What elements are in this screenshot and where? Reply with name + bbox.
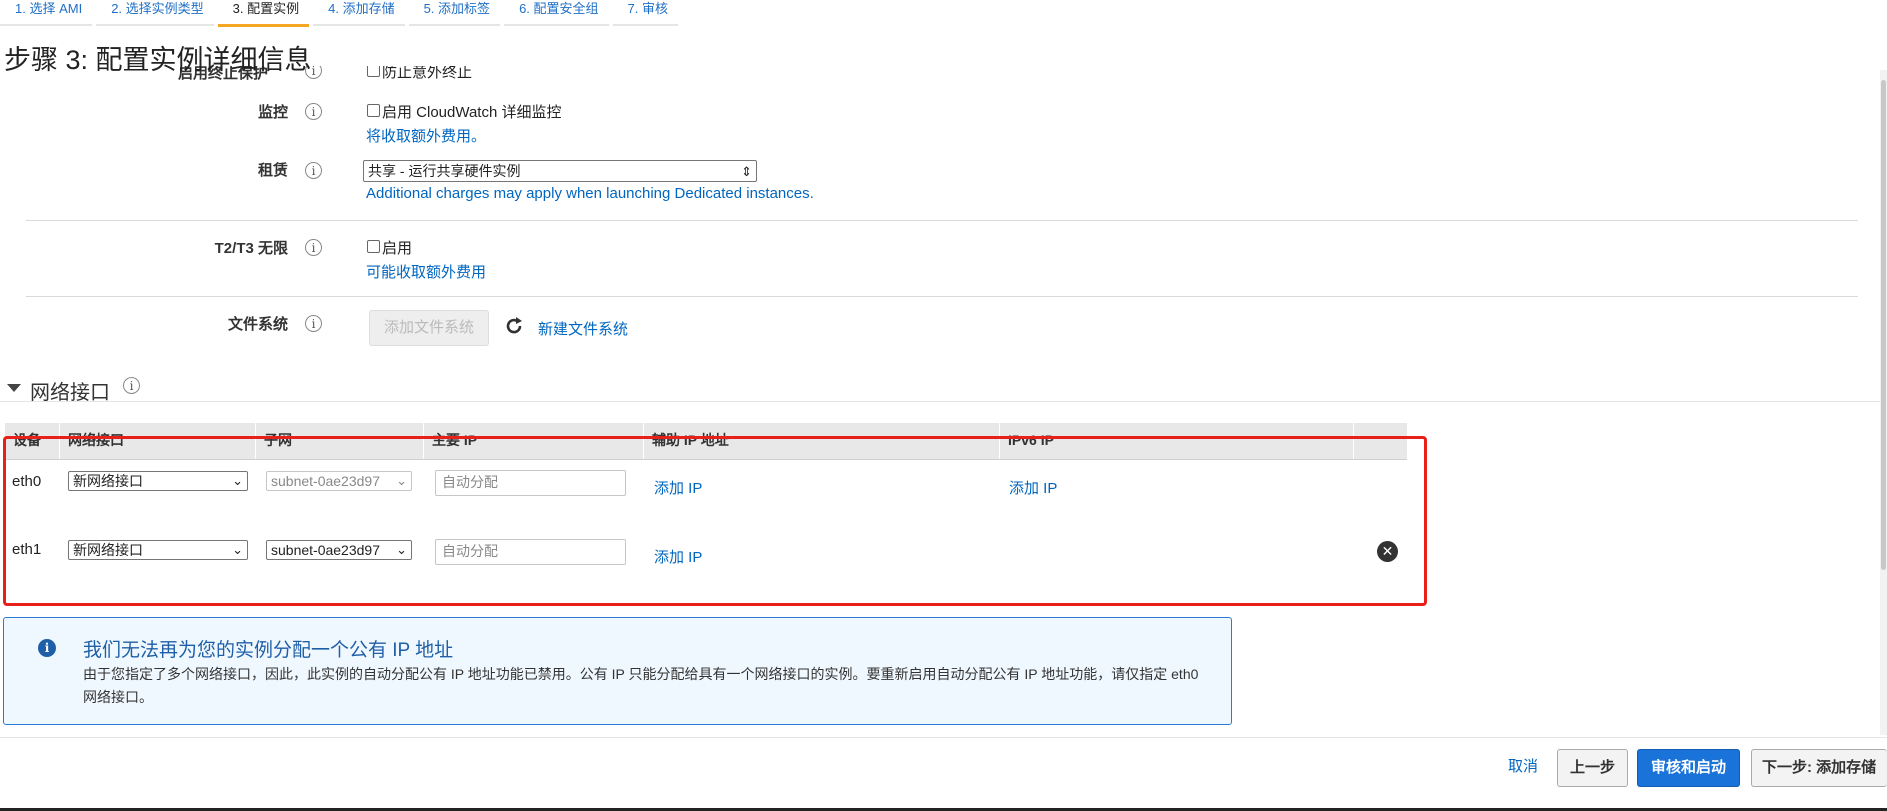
cancel-link[interactable]: 取消 [1498,749,1548,787]
step-tab-tags[interactable]: 5. 添加标签 [408,0,501,26]
step-tab-instance-type[interactable]: 2. 选择实例类型 [96,0,214,26]
tenancy-select-value: 共享 - 运行共享硬件实例 [368,163,521,179]
highlight-box [3,436,1427,606]
info-icon[interactable]: i [305,239,322,256]
divider [26,220,1858,221]
step-tab-security-group[interactable]: 6. 配置安全组 [504,0,609,26]
monitoring-label: 监控 [257,104,288,121]
next-add-storage-button[interactable]: 下一步: 添加存储 [1751,749,1887,787]
monitoring-charges-link[interactable]: 将收取额外费用。 [366,125,486,146]
termination-checkbox[interactable] [367,66,380,77]
monitoring-checkbox-label: 启用 CloudWatch 详细监控 [382,104,562,121]
review-and-launch-button[interactable]: 审核和启动 [1637,749,1740,787]
alert-title: 我们无法再为您的实例分配一个公有 IP 地址 [83,640,454,661]
step-tab-storage[interactable]: 4. 添加存储 [313,0,405,26]
info-icon[interactable]: i [305,315,322,332]
page-title: 步骤 3: 配置实例详细信息 [4,45,312,75]
dedicated-note: Additional charges may apply when launch… [366,185,814,202]
step-tab-ami[interactable]: 1. 选择 AMI [0,0,93,26]
monitoring-checkbox[interactable] [367,104,380,117]
t2t3-checkbox-label: 启用 [382,240,413,257]
refresh-icon[interactable] [503,315,525,337]
divider [0,401,1887,402]
filesystem-label: 文件系统 [227,316,288,333]
step-tab-review[interactable]: 7. 审核 [612,0,678,26]
t2t3-charges-link[interactable]: 可能收取额外费用 [366,261,486,282]
termination-checkbox-label: 防止意外终止 [382,66,473,81]
info-icon[interactable]: i [305,103,322,120]
info-icon[interactable]: i [305,162,322,179]
info-icon[interactable]: i [123,377,140,394]
step-tabs: 1. 选择 AMI 2. 选择实例类型 3. 配置实例 4. 添加存储 5. 添… [0,0,682,27]
divider [26,296,1858,297]
t2t3-label: T2/T3 无限 [214,240,288,257]
create-filesystem-link[interactable]: 新建文件系统 [538,318,628,339]
scrollbar-thumb[interactable] [1881,80,1886,570]
sort-arrows-icon: ⇕ [741,164,752,179]
collapse-caret-icon[interactable] [7,384,21,392]
tenancy-select[interactable]: 共享 - 运行共享硬件实例 ⇕ [363,160,757,182]
footer-divider [0,737,1887,738]
info-alert: i 我们无法再为您的实例分配一个公有 IP 地址 由于您指定了多个网络接口，因此… [3,617,1232,725]
alert-body: 由于您指定了多个网络接口，因此，此实例的自动分配公有 IP 地址功能已禁用。公有… [83,666,1199,705]
step-tab-configure[interactable]: 3. 配置实例 [217,0,310,27]
t2t3-checkbox[interactable] [367,240,380,253]
previous-button[interactable]: 上一步 [1557,749,1628,787]
info-circle-icon: i [38,639,56,657]
add-filesystem-button[interactable]: 添加文件系统 [369,310,489,346]
tenancy-label: 租赁 [257,162,288,179]
